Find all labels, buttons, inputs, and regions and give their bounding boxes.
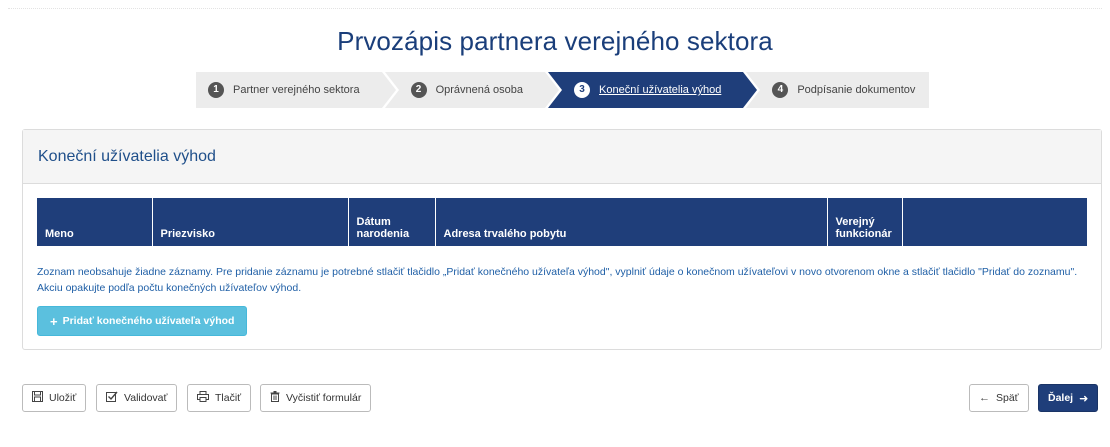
step-sign-documents[interactable]: 4 Podpísanie dokumentov <box>746 72 930 108</box>
step-authorized-person[interactable]: 2 Oprávnená osoba <box>384 72 560 108</box>
step-number: 3 <box>574 82 591 98</box>
step-label: Podpísanie dokumentov <box>797 84 916 96</box>
print-button[interactable]: Tlačiť <box>187 384 252 412</box>
wizard-steps: 1 Partner verejného sektora 2 Oprávnená … <box>196 72 932 108</box>
arrow-right-icon: ➜ <box>1079 392 1089 405</box>
save-button[interactable]: Uložiť <box>22 384 87 412</box>
column-header-surname[interactable]: Priezvisko <box>152 198 349 246</box>
column-header-birth-date[interactable]: Dátum narodenia <box>348 198 436 246</box>
beneficial-owners-panel: Koneční užívatelia výhod Meno Priezvisko… <box>22 129 1102 350</box>
beneficial-owners-table: Meno Priezvisko Dátum narodenia Adresa t… <box>37 198 1087 246</box>
step-number: 2 <box>410 82 427 98</box>
step-label: Partner verejného sektora <box>233 84 360 96</box>
plus-icon: + <box>50 313 58 329</box>
empty-list-message: Zoznam neobsahuje žiadne záznamy. Pre pr… <box>37 266 1078 294</box>
step-number: 4 <box>772 82 789 98</box>
printer-icon <box>197 391 209 405</box>
trash-icon <box>270 391 280 405</box>
clear-form-label: Vyčistiť formulár <box>286 392 362 404</box>
save-label: Uložiť <box>49 392 77 404</box>
clear-form-button[interactable]: Vyčistiť formulár <box>260 384 372 412</box>
column-header-actions <box>902 198 1087 246</box>
column-header-name[interactable]: Meno <box>37 198 153 246</box>
next-button[interactable]: Ďalej ➜ <box>1038 384 1099 412</box>
table-header-row: Meno Priezvisko Dátum narodenia Adresa t… <box>37 198 1087 246</box>
panel-title: Koneční užívatelia výhod <box>23 130 1101 184</box>
validate-button[interactable]: Validovať <box>96 384 178 412</box>
checkbox-icon <box>106 391 118 405</box>
print-label: Tlačiť <box>215 392 242 404</box>
step-label: Koneční užívatelia výhod <box>599 84 722 96</box>
step-number: 1 <box>208 82 224 98</box>
page-title: Prvozápis partnera verejného sektora <box>337 26 773 56</box>
step-beneficial-owners[interactable]: 3 Koneční užívatelia výhod <box>548 72 758 108</box>
back-label: Späť <box>996 392 1019 404</box>
column-header-public-official[interactable]: Verejný funkcionár <box>827 198 903 246</box>
add-button-label: Pridať konečného užívateľa výhod <box>62 315 235 327</box>
floppy-disk-icon <box>32 391 43 405</box>
validate-label: Validovať <box>124 392 168 404</box>
next-label: Ďalej <box>1048 392 1074 404</box>
step-label: Oprávnená osoba <box>435 84 524 96</box>
step-partner[interactable]: 1 Partner verejného sektora <box>196 72 396 108</box>
back-button[interactable]: ← Späť <box>969 384 1029 412</box>
arrow-left-icon: ← <box>979 392 990 404</box>
add-beneficial-owner-button[interactable]: + Pridať konečného užívateľa výhod <box>37 306 248 336</box>
column-header-address[interactable]: Adresa trvalého pobytu <box>435 198 828 246</box>
